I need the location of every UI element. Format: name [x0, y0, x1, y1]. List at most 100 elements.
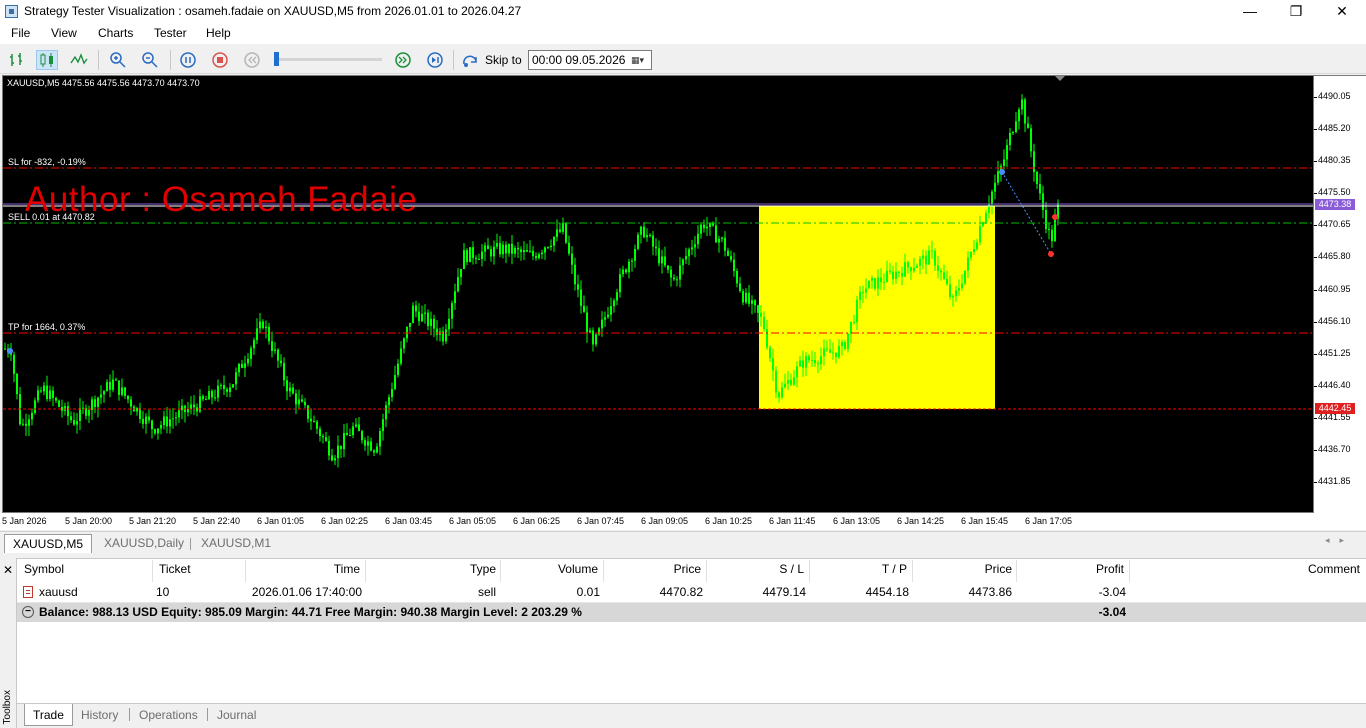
tab-xauusd-m1[interactable]: XAUUSD,M1	[193, 534, 279, 553]
bar-chart-icon[interactable]	[6, 50, 28, 70]
col-price[interactable]: Price	[608, 562, 701, 582]
fast-forward-icon[interactable]	[392, 50, 414, 70]
close-button[interactable]: ✕	[1319, 0, 1365, 24]
candle-body	[565, 223, 567, 243]
candle-body	[850, 321, 852, 334]
candle-body	[535, 256, 537, 259]
time-tick: 5 Jan 22:40	[193, 516, 241, 526]
candle-body	[691, 247, 693, 250]
candle-body	[460, 268, 462, 278]
shift-marker	[1055, 76, 1065, 81]
cell-symbol[interactable]: xauusd	[39, 585, 78, 599]
cell-time[interactable]: 2026.01.06 17:40:00	[250, 585, 362, 599]
candle-body	[325, 437, 327, 441]
cell-type[interactable]: sell	[370, 585, 496, 599]
time-tick: 6 Jan 03:45	[385, 516, 433, 526]
slow-down-icon[interactable]	[241, 50, 263, 70]
tab-journal[interactable]: Journal	[209, 704, 264, 726]
candle-body	[40, 390, 42, 392]
candle-body	[865, 288, 867, 293]
candle-body	[1051, 229, 1053, 242]
price-tick: 4470.65	[1314, 219, 1351, 229]
candle-body	[1042, 193, 1044, 211]
maximize-button[interactable]: ❐	[1273, 0, 1319, 24]
zoom-out-icon[interactable]	[139, 50, 161, 70]
candle-body	[412, 305, 414, 323]
col-volume[interactable]: Volume	[505, 562, 598, 582]
candle-body	[211, 391, 213, 398]
cell-price[interactable]: 4470.82	[608, 585, 703, 599]
calendar-dropdown-icon[interactable]: ▦▾	[624, 51, 651, 69]
menu-tester[interactable]: Tester	[154, 26, 187, 40]
candle-body	[151, 420, 153, 430]
col-comment[interactable]: Comment	[1134, 562, 1360, 582]
open-marker	[1052, 214, 1058, 220]
stop-icon[interactable]	[209, 50, 231, 70]
tab-history[interactable]: History	[73, 704, 126, 726]
candle-body	[811, 359, 813, 361]
stop-loss-label: SL for -832, -0.19%	[8, 157, 86, 167]
tab-operations[interactable]: Operations	[131, 704, 206, 726]
candle-body	[976, 242, 978, 250]
candle-body	[655, 246, 657, 249]
candle-body	[676, 279, 678, 281]
candle-body	[730, 255, 732, 260]
col-separator	[245, 560, 246, 582]
toolbar-separator	[170, 50, 171, 70]
candlestick-icon[interactable]	[36, 50, 58, 70]
candle-body	[949, 284, 951, 297]
skip-to-icon[interactable]	[460, 50, 482, 70]
candle-body	[889, 270, 891, 272]
col-ticket[interactable]: Ticket	[159, 562, 191, 582]
tab-scroll-arrows[interactable]: ◂▸	[1325, 535, 1354, 546]
cell-volume[interactable]: 0.01	[505, 585, 600, 599]
candle-body	[1036, 171, 1038, 185]
cell-current-price[interactable]: 4473.86	[917, 585, 1012, 599]
price-chart[interactable]: XAUUSD,M5 4475.56 4475.56 4473.70 4473.7…	[2, 75, 1314, 513]
candle-body	[235, 372, 237, 385]
zoom-in-icon[interactable]	[107, 50, 129, 70]
menu-help[interactable]: Help	[206, 26, 231, 40]
col-time[interactable]: Time	[250, 562, 360, 582]
menu-view[interactable]: View	[51, 26, 77, 40]
col-profit[interactable]: Profit	[1021, 562, 1124, 582]
col-tp[interactable]: T / P	[814, 562, 907, 582]
tab-xauusd-m5[interactable]: XAUUSD,M5	[4, 534, 93, 553]
col-type[interactable]: Type	[370, 562, 496, 582]
speed-slider[interactable]	[276, 58, 382, 61]
candle-body	[571, 253, 573, 265]
col-current-price[interactable]: Price	[917, 562, 1012, 582]
collapse-icon[interactable]: −	[22, 606, 34, 618]
minimize-button[interactable]: —	[1227, 0, 1273, 24]
cell-profit[interactable]: -3.04	[1021, 585, 1126, 599]
col-symbol[interactable]: Symbol	[24, 562, 64, 582]
step-forward-icon[interactable]	[424, 50, 446, 70]
price-tick: 4465.80	[1314, 251, 1351, 261]
candle-body	[640, 226, 642, 235]
pause-icon[interactable]	[177, 50, 199, 70]
col-sl[interactable]: S / L	[711, 562, 804, 582]
tab-trade[interactable]: Trade	[24, 704, 73, 726]
candle-body	[304, 401, 306, 406]
candle-body	[607, 314, 609, 318]
candle-body	[244, 363, 246, 368]
candle-body	[898, 271, 900, 273]
line-chart-icon[interactable]	[68, 50, 90, 70]
tab-xauusd-daily[interactable]: XAUUSD,Daily	[96, 534, 192, 553]
candle-body	[748, 292, 750, 304]
candle-body	[706, 226, 708, 229]
take-profit-label: TP for 1664, 0.37%	[8, 322, 86, 332]
candle-body	[577, 284, 579, 290]
time-tick: 6 Jan 10:25	[705, 516, 753, 526]
speed-slider-thumb[interactable]	[274, 52, 279, 66]
candle-body	[271, 341, 273, 351]
candle-body	[1048, 229, 1050, 231]
cell-ticket[interactable]: 10	[156, 585, 169, 599]
menu-charts[interactable]: Charts	[98, 26, 133, 40]
toolbox-close-button[interactable]: ✕	[3, 563, 13, 577]
cell-sl[interactable]: 4479.14	[711, 585, 806, 599]
cell-tp[interactable]: 4454.18	[814, 585, 909, 599]
menu-file[interactable]: File	[11, 26, 30, 40]
candle-body	[343, 433, 345, 450]
candle-body	[967, 257, 969, 271]
